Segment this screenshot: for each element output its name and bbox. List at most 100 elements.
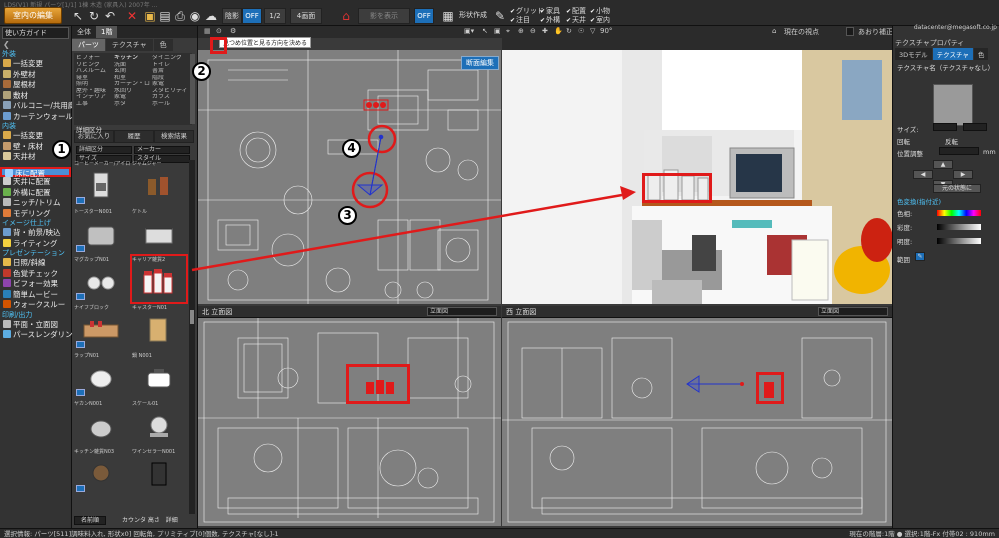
sidebar-item-place-ceiling[interactable]: 天井に配置 <box>0 177 71 188</box>
reset-button[interactable]: 元の状態に <box>933 184 981 193</box>
tab-3d-model[interactable]: 3Dモデル <box>895 48 932 60</box>
plan-viewport[interactable] <box>198 50 501 304</box>
sidebar-item-roof[interactable]: 屋根材 <box>0 80 71 91</box>
open-folder-icon[interactable]: ▣ <box>142 8 158 24</box>
viewpoint-select[interactable] <box>846 27 854 36</box>
part-thumb[interactable]: ヤカンN001 <box>74 400 128 446</box>
view-layout-select[interactable]: 4画面 <box>290 8 322 24</box>
hand-icon[interactable]: ✋ <box>554 27 563 35</box>
part-thumb[interactable]: キッチン雑貨N03 <box>74 448 128 494</box>
tab-all[interactable]: 全体 <box>72 26 96 38</box>
sidebar-item-before-effect[interactable]: ビフォー効果 <box>0 279 71 290</box>
west-elevation-select[interactable]: 立面図 <box>818 307 888 316</box>
sidebar-item-background[interactable]: 背・前景/映込 <box>0 228 71 239</box>
sidebar-item-color-check[interactable]: 色覚チェック <box>0 268 71 280</box>
sidebar-item-exterior-wall[interactable]: 外壁材 <box>0 69 71 81</box>
part-thumb[interactable]: キャスターN01 <box>132 304 186 350</box>
perspective-viewport[interactable] <box>502 50 892 304</box>
sidebar-item-place-exterior[interactable]: 外構に配置 <box>0 187 71 199</box>
sidebar-item-sunlight[interactable]: 日照/斜線 <box>0 258 71 269</box>
cloud-icon[interactable]: ☁ <box>203 8 219 24</box>
north-elevation-select[interactable]: 立面図 <box>427 307 497 316</box>
sidebar-item-plan-elevation[interactable]: 平面・立面図 <box>0 319 71 331</box>
pan-icon[interactable]: ✚ <box>542 27 548 35</box>
sidebar-item-walkthrough[interactable]: ウォークスルー <box>0 300 71 311</box>
size-h-field[interactable] <box>963 123 987 131</box>
filter-maker-select[interactable]: メーカー <box>134 146 190 154</box>
thumb-scrollbar[interactable] <box>189 160 195 514</box>
position-field[interactable] <box>939 147 979 155</box>
part-thumb[interactable]: 鍋 N001 <box>132 352 186 398</box>
part-thumb[interactable]: コーヒーメーカー/アイロ <box>74 160 130 206</box>
move-left-button[interactable]: ◀ <box>913 170 933 179</box>
sidebar-item-render[interactable]: パースレンダリング <box>0 330 80 341</box>
pen-icon[interactable]: ✎ <box>492 8 508 24</box>
part-thumb[interactable]: ケトル <box>132 208 186 254</box>
house-icon[interactable]: ⌂ <box>338 8 354 24</box>
rotate-icon[interactable]: ↻ <box>86 8 102 24</box>
undo-icon[interactable]: ↶ <box>102 8 118 24</box>
filter-detail-select[interactable]: 詳細区分 <box>76 146 132 154</box>
pointer-small-icon[interactable]: ↖ <box>482 27 488 35</box>
check-ceiling[interactable]: 天井 <box>566 15 586 25</box>
tab-parts[interactable]: パーツ <box>72 39 105 51</box>
tilt-correction-check[interactable]: あおり補正 <box>858 27 893 37</box>
orbit-icon[interactable]: ↻ <box>566 27 572 35</box>
arrange-icon[interactable]: ▦ <box>204 27 211 35</box>
frame-icon[interactable]: ▣ <box>494 27 501 35</box>
view-mode-icon[interactable]: ▣▾ <box>464 27 474 35</box>
sidebar-item-balcony[interactable]: バルコニー/共用廊下 <box>0 101 83 112</box>
hue-slider[interactable] <box>937 210 981 216</box>
walk-small-icon[interactable]: ☉ <box>578 27 584 35</box>
category-item[interactable]: ボール <box>152 101 190 108</box>
check-interior[interactable]: 室内 <box>590 15 610 25</box>
sidebar-item-modeling[interactable]: モデリング <box>0 208 71 220</box>
zoom-out-icon[interactable]: ⊖ <box>530 27 536 35</box>
shape-icon[interactable]: ▦ <box>440 8 456 24</box>
sidebar-item-bulk-change[interactable]: 一括変更 <box>0 59 71 70</box>
counter-height-check[interactable]: カウンタ 高さ <box>122 517 160 524</box>
tab-color-prop[interactable]: 色 <box>973 48 989 60</box>
zoom-select[interactable]: 1/2 <box>264 8 286 24</box>
part-thumb[interactable]: トースターN001 <box>74 208 128 254</box>
part-thumb[interactable]: ワインセラーN001 <box>132 448 186 494</box>
shadow-button[interactable]: 影を表示 <box>358 8 410 24</box>
part-thumb[interactable]: ラップN01 <box>74 352 128 398</box>
tab-search-results[interactable]: 検索結果 <box>154 130 194 143</box>
collapse-icon[interactable]: ❮ <box>0 40 71 50</box>
pointer-icon[interactable]: ↖ <box>70 8 86 24</box>
sidebar-item-movie[interactable]: 簡単ムービー <box>0 289 71 301</box>
shape-create-button[interactable]: 形状作成 <box>456 8 490 24</box>
zoom-in-icon[interactable]: ⊕ <box>518 27 524 35</box>
mode-edit-button[interactable]: 室内の編集 <box>4 7 62 24</box>
part-thumb[interactable]: ジャムジャー <box>132 160 186 206</box>
part-thumb[interactable]: マグカップN01 <box>74 256 128 302</box>
north-elevation-viewport[interactable]: 北 立面図 立面図 <box>198 306 501 526</box>
fit-icon[interactable]: ⌖ <box>506 27 510 36</box>
guide-button[interactable]: 使い方ガイド <box>2 27 69 39</box>
size-w-field[interactable] <box>933 123 957 131</box>
shadow-toggle[interactable]: OFF <box>414 8 434 24</box>
angle-value[interactable]: 90° <box>600 27 612 35</box>
sidebar-item-niche[interactable]: ニッチ/トリム <box>0 198 71 209</box>
delete-icon[interactable]: ✕ <box>124 8 140 24</box>
sidebar-item-place-floor[interactable]: 床に配置 <box>0 166 71 178</box>
check-note[interactable]: 注目 <box>510 15 530 25</box>
detail-check[interactable]: 詳細 <box>166 517 178 524</box>
part-thumb-selected[interactable]: キャリア雑貨2 <box>130 254 188 304</box>
part-thumb[interactable]: ナイフブロック <box>74 304 128 350</box>
sidebar-item-paving[interactable]: 敷材 <box>0 90 71 102</box>
section-edit-button[interactable]: 断面編集 <box>461 56 499 70</box>
shading-toggle[interactable]: OFF <box>242 8 262 24</box>
move-right-button[interactable]: ▶ <box>953 170 973 179</box>
range-pen-button[interactable]: ✎ <box>915 252 925 261</box>
save-icon[interactable]: ▤ <box>157 8 173 24</box>
luminance-slider[interactable] <box>937 238 981 244</box>
tab-history[interactable]: 履歴 <box>114 130 154 143</box>
category-item[interactable]: 工事 <box>76 101 114 108</box>
tab-texture[interactable]: テクスチャ <box>105 39 153 51</box>
tool-icon[interactable]: ⚙ <box>230 27 236 35</box>
print-icon[interactable]: ⎙ <box>172 8 188 24</box>
fov-icon[interactable]: ▽ <box>590 27 595 35</box>
category-item[interactable]: ボタ <box>114 101 152 108</box>
